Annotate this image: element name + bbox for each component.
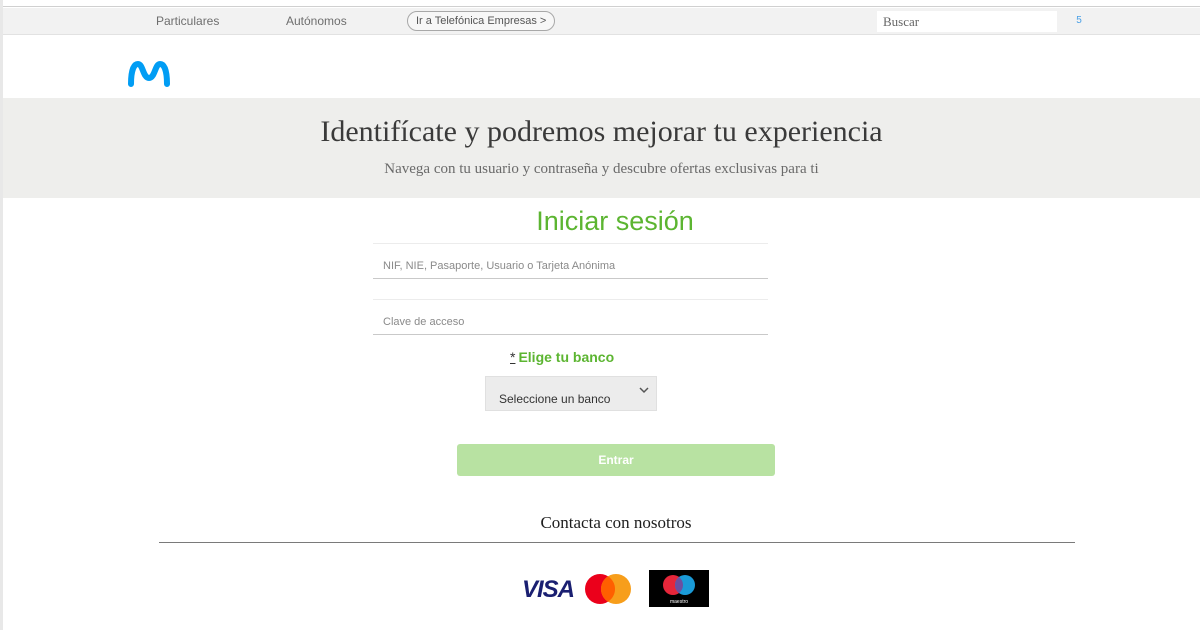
required-mark: *	[510, 349, 516, 365]
browser-frame-top	[0, 0, 1200, 7]
bank-label-text: Elige tu banco	[518, 349, 615, 365]
search-button[interactable]: 5	[1071, 11, 1087, 31]
search-input[interactable]: Buscar	[877, 11, 1057, 32]
hero-title: Identifícate y podremos mejorar tu exper…	[320, 115, 883, 148]
empresas-link[interactable]: Ir a Telefónica Empresas >	[407, 11, 556, 31]
login-title: Iniciar sesión	[536, 206, 694, 236]
bank-select[interactable]: Seleccione un banco	[485, 376, 657, 411]
hero-banner: Identifícate y podremos mejorar tu exper…	[3, 98, 1200, 198]
user-id-input[interactable]: NIF, NIE, Pasaporte, Usuario o Tarjeta A…	[373, 243, 768, 279]
mastercard-logo	[585, 574, 631, 604]
top-nav-bar: Particulares Autónomos Ir a Telefónica E…	[3, 8, 1200, 35]
footer-divider	[159, 542, 1075, 543]
submit-button[interactable]: Entrar	[457, 444, 775, 476]
visa-logo: VISA	[522, 576, 575, 603]
tab-particulares[interactable]: Particulares	[156, 14, 219, 28]
contact-link[interactable]: Contacta con nosotros	[0, 513, 1200, 533]
password-input[interactable]: Clave de acceso	[373, 299, 768, 335]
tab-autonomos[interactable]: Autónomos	[286, 14, 347, 28]
hero-subtitle: Navega con tu usuario y contraseña y des…	[384, 161, 819, 177]
maestro-text: maestro	[670, 599, 688, 605]
bank-select-value: Seleccione un banco	[499, 392, 611, 406]
chevron-down-icon	[639, 387, 649, 394]
maestro-logo: maestro	[649, 570, 709, 607]
browser-frame-left	[0, 0, 3, 630]
bank-label: * Elige tu banco	[510, 349, 614, 365]
movistar-logo-icon[interactable]	[128, 58, 170, 90]
